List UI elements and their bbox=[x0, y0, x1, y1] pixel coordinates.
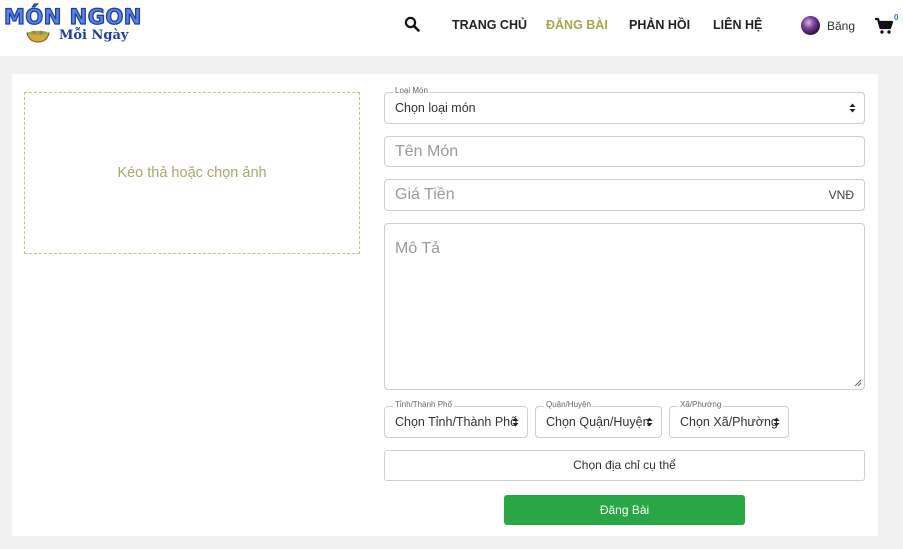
category-value: Chọn loại món bbox=[395, 101, 476, 115]
ward-select[interactable]: Xã/Phường Chọn Xã/Phường bbox=[669, 400, 789, 438]
cart-count-badge: 0 bbox=[894, 13, 899, 22]
bowl-icon bbox=[26, 30, 50, 43]
description-textarea[interactable]: Mô Tả bbox=[384, 223, 865, 390]
user-name: Băng bbox=[827, 19, 856, 33]
price-input[interactable]: Giá Tiền VNĐ bbox=[384, 179, 865, 211]
province-value: Chọn Tỉnh/Thành Phố bbox=[395, 415, 518, 429]
select-arrows-icon bbox=[773, 417, 780, 427]
cart-icon[interactable] bbox=[874, 17, 894, 35]
top-navbar: MÓN NGON Mỗi Ngày TRANG CHỦ ĐĂNG BÀI PHẢ… bbox=[0, 0, 903, 56]
select-arrows-icon bbox=[512, 417, 519, 427]
nav-item-trang-chu[interactable]: TRANG CHỦ bbox=[452, 18, 527, 32]
dropzone-text: Kéo thả hoặc chọn ảnh bbox=[117, 165, 267, 181]
description-placeholder: Mô Tả bbox=[395, 240, 441, 257]
category-label: Loại Món bbox=[393, 86, 430, 95]
submit-post-button[interactable]: Đăng Bài bbox=[504, 495, 745, 525]
logo-title: MÓN NGON bbox=[3, 4, 142, 29]
select-arrows-icon bbox=[849, 103, 856, 113]
image-dropzone[interactable]: Kéo thả hoặc chọn ảnh bbox=[24, 92, 360, 254]
nav-item-dang-bai[interactable]: ĐĂNG BÀI bbox=[546, 18, 608, 32]
choose-address-button[interactable]: Chọn địa chỉ cụ thể bbox=[384, 450, 865, 481]
resize-grip-icon[interactable] bbox=[854, 379, 862, 387]
ward-value: Chọn Xã/Phường bbox=[680, 415, 778, 429]
dish-name-input[interactable]: Tên Món bbox=[384, 136, 865, 167]
avatar bbox=[801, 16, 820, 35]
price-unit: VNĐ bbox=[828, 188, 854, 202]
district-label: Quận/Huyện bbox=[544, 400, 593, 409]
nav-item-phan-hoi[interactable]: PHẢN HỒI bbox=[629, 18, 690, 32]
logo-subtitle: Mỗi Ngày bbox=[59, 28, 129, 43]
province-select[interactable]: Tỉnh/Thành Phố Chọn Tỉnh/Thành Phố bbox=[384, 400, 528, 438]
ward-label: Xã/Phường bbox=[678, 400, 724, 409]
district-select[interactable]: Quận/Huyện Chọn Quận/Huyện bbox=[535, 400, 662, 438]
search-icon[interactable] bbox=[404, 16, 420, 32]
district-value: Chọn Quận/Huyện bbox=[546, 415, 650, 429]
province-label: Tỉnh/Thành Phố bbox=[393, 400, 454, 409]
price-placeholder: Giá Tiền bbox=[395, 186, 455, 203]
site-logo[interactable]: MÓN NGON Mỗi Ngày bbox=[3, 4, 150, 47]
nav-item-lien-he[interactable]: LIÊN HỆ bbox=[713, 18, 762, 32]
select-arrows-icon bbox=[646, 417, 653, 427]
category-select[interactable]: Loại Món Chọn loại món bbox=[384, 86, 865, 124]
dish-name-placeholder: Tên Món bbox=[395, 142, 459, 160]
post-form-card: Kéo thả hoặc chọn ảnh Loại Món Chọn loại… bbox=[12, 74, 878, 536]
